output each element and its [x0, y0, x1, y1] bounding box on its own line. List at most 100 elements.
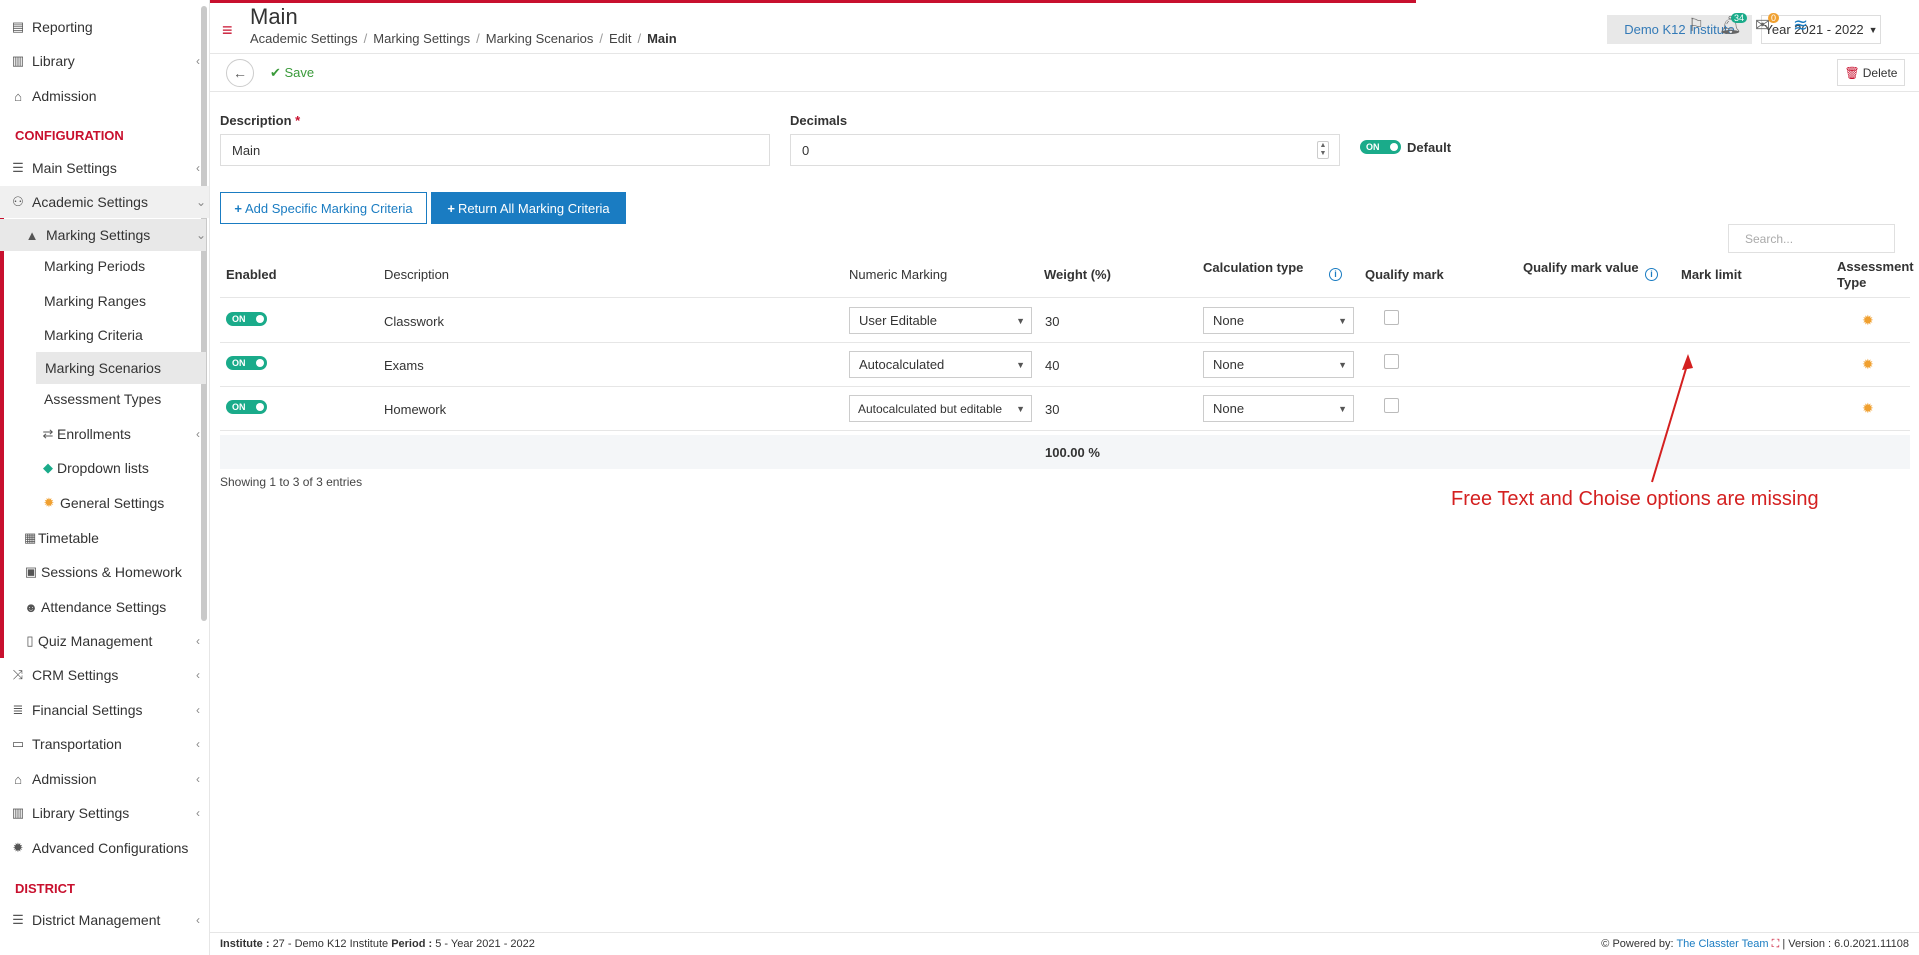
col-calculation-type[interactable]: Calculation type	[1203, 260, 1303, 275]
col-qualify-mark[interactable]: Qualify mark	[1365, 267, 1444, 282]
breadcrumb-item[interactable]: Academic Settings	[250, 31, 358, 46]
hamburger-menu-icon[interactable]: ≡	[222, 20, 233, 41]
sidebar-item-advanced-configurations[interactable]: ✹ Advanced Configurations	[0, 832, 209, 864]
sidebar-item-sessions-homework[interactable]: ▣ Sessions & Homework	[0, 556, 206, 588]
layers-icon[interactable]: ≋	[1793, 15, 1808, 36]
qualify-mark-checkbox[interactable]	[1384, 310, 1399, 325]
sidebar-item-transportation[interactable]: ▭ Transportation ‹	[0, 728, 209, 760]
sidebar-item-financial-settings[interactable]: ≣ Financial Settings ‹	[0, 694, 209, 726]
sidebar-item-crm-settings[interactable]: ⤨ CRM Settings ‹	[0, 659, 209, 691]
year-select[interactable]: Year 2021 - 2022 ▼	[1761, 15, 1881, 44]
col-qualify-mark-value[interactable]: Qualify mark value	[1523, 260, 1639, 275]
chevron-left-icon: ‹	[196, 703, 200, 717]
powered-label: Powered by:	[1612, 938, 1674, 950]
delete-button[interactable]: 🗑︎ Delete	[1837, 59, 1905, 86]
calculation-type-select[interactable]: None ▼	[1203, 351, 1354, 378]
add-specific-marking-criteria-button[interactable]: + Add Specific Marking Criteria	[220, 192, 427, 224]
row-enabled-toggle[interactable]: ON	[226, 356, 267, 370]
breadcrumb-item[interactable]: Edit	[609, 31, 631, 46]
sidebar-item-main-settings[interactable]: ☰ Main Settings ‹	[0, 152, 209, 184]
gears-icon[interactable]: ✹	[1862, 400, 1874, 417]
qualify-mark-checkbox[interactable]	[1384, 354, 1399, 369]
check-icon: ✔	[270, 65, 285, 80]
sidebar-item-general-settings[interactable]: ✹ General Settings	[0, 487, 206, 519]
col-weight[interactable]: Weight (%)	[1044, 267, 1111, 282]
section-district: DISTRICT	[15, 881, 75, 896]
button-label: Return All Marking Criteria	[457, 200, 610, 216]
gears-icon[interactable]: ✹	[1862, 312, 1874, 329]
breadcrumb-item[interactable]: Marking Settings	[373, 31, 470, 46]
calculation-type-select[interactable]: None ▼	[1203, 307, 1354, 334]
breadcrumb-separator: /	[476, 31, 480, 46]
button-label: Add Specific Marking Criteria	[244, 200, 413, 216]
col-description[interactable]: Description	[384, 267, 449, 282]
col-assessment-type-line1: Assessment	[1837, 259, 1914, 274]
sidebar-item-marking-ranges[interactable]: Marking Ranges	[0, 285, 206, 317]
sidebar-item-label: District Management	[32, 912, 161, 928]
row-enabled-toggle[interactable]: ON	[226, 312, 267, 326]
chevron-left-icon: ‹	[196, 668, 200, 682]
delete-label: Delete	[1862, 65, 1898, 80]
stepper-icon[interactable]: ▲ ▼	[1317, 141, 1329, 159]
chevron-down-icon: ⌄	[196, 228, 207, 242]
back-button[interactable]: ←	[226, 59, 254, 87]
caret-down-icon: ▼	[1016, 316, 1025, 326]
sidebar-item-district-management[interactable]: ☰ District Management ‹	[0, 904, 209, 936]
total-weight: 100.00 %	[1045, 445, 1100, 460]
calculation-type-select[interactable]: None ▼	[1203, 395, 1354, 422]
search-input[interactable]: Search...	[1728, 224, 1895, 253]
caret-down-icon: ▼	[1338, 404, 1347, 414]
gears-icon[interactable]: ✹	[1862, 356, 1874, 373]
qualify-mark-checkbox[interactable]	[1384, 398, 1399, 413]
sidebar-item-admission-settings[interactable]: ⌂ Admission ‹	[0, 763, 209, 795]
col-numeric-marking[interactable]: Numeric Marking	[849, 267, 947, 282]
sidebar-item-marking-settings[interactable]: ▲ Marking Settings ⌄	[0, 219, 206, 251]
select-value: Autocalculated	[859, 357, 945, 372]
row-enabled-toggle[interactable]: ON	[226, 400, 267, 414]
decimals-input[interactable]: 0 ▲ ▼	[790, 134, 1340, 166]
sidebar-item-assessment-types[interactable]: Assessment Types	[0, 383, 206, 415]
chevron-left-icon: ‹	[196, 634, 200, 648]
default-toggle[interactable]: ON	[1360, 140, 1401, 154]
numeric-marking-select[interactable]: Autocalculated but editable ▼	[849, 395, 1032, 422]
sidebar-item-marking-scenarios[interactable]: Marking Scenarios	[36, 352, 206, 384]
select-value: None	[1213, 357, 1245, 372]
breadcrumb-item[interactable]: Marking Scenarios	[486, 31, 594, 46]
sidebar: ▤ Reporting ▥ Library ‹ ⌂ Admission CONFIGUR…	[0, 0, 210, 955]
info-icon[interactable]: i	[1645, 268, 1658, 281]
sidebar-item-enrollments[interactable]: ⇄ Enrollments ‹	[0, 418, 206, 450]
sidebar-item-marking-criteria[interactable]: Marking Criteria	[0, 319, 206, 351]
chevron-left-icon: ‹	[196, 913, 200, 927]
save-label: Save	[284, 65, 315, 80]
sidebar-item-library-settings[interactable]: ▥ Library Settings ‹	[0, 797, 209, 829]
team-link[interactable]: The Classter Team	[1676, 938, 1768, 950]
numeric-marking-select[interactable]: Autocalculated ▼	[849, 351, 1032, 378]
period-value: 5 - Year 2021 - 2022	[435, 938, 535, 950]
chevron-left-icon: ‹	[196, 161, 200, 175]
chevron-down-icon: ⌄	[196, 195, 207, 209]
description-input[interactable]: Main	[220, 134, 770, 166]
copyright-icon: ©	[1601, 938, 1610, 950]
return-all-marking-criteria-button[interactable]: + Return All Marking Criteria	[431, 192, 626, 224]
sidebar-item-admission[interactable]: ⌂ Admission	[0, 80, 209, 112]
sidebar-item-label: Marking Ranges	[44, 293, 146, 309]
sidebar-item-marking-periods[interactable]: Marking Periods	[0, 250, 206, 282]
numeric-marking-select[interactable]: User Editable ▼	[849, 307, 1032, 334]
sidebar-item-academic-settings[interactable]: ⚇ Academic Settings ⌄	[0, 186, 209, 218]
sidebar-item-reporting[interactable]: ▤ Reporting	[0, 11, 209, 43]
sidebar-item-timetable[interactable]: ▦ Timetable	[0, 522, 206, 554]
row-weight: 30	[1045, 402, 1060, 417]
info-icon[interactable]: i	[1329, 268, 1342, 281]
col-enabled[interactable]: Enabled	[226, 267, 277, 282]
select-value: Autocalculated but editable	[858, 401, 1003, 416]
sidebar-item-attendance-settings[interactable]: ☻ Attendance Settings	[0, 591, 206, 623]
flag-icon[interactable]: ⚐	[1688, 15, 1704, 36]
presentation-icon: ▣	[24, 564, 38, 579]
toolbar: ← ✔ Save 🗑︎ Delete	[210, 55, 1919, 92]
sidebar-item-dropdown-lists[interactable]: ◆ Dropdown lists	[0, 452, 206, 484]
save-button[interactable]: ✔ Save	[270, 65, 314, 81]
sidebar-item-quiz-management[interactable]: ▯ Quiz Management ‹	[0, 625, 206, 657]
col-assessment-type[interactable]: Assessment Type	[1837, 259, 1914, 291]
col-mark-limit[interactable]: Mark limit	[1681, 267, 1742, 282]
sidebar-item-library[interactable]: ▥ Library ‹	[0, 45, 209, 77]
